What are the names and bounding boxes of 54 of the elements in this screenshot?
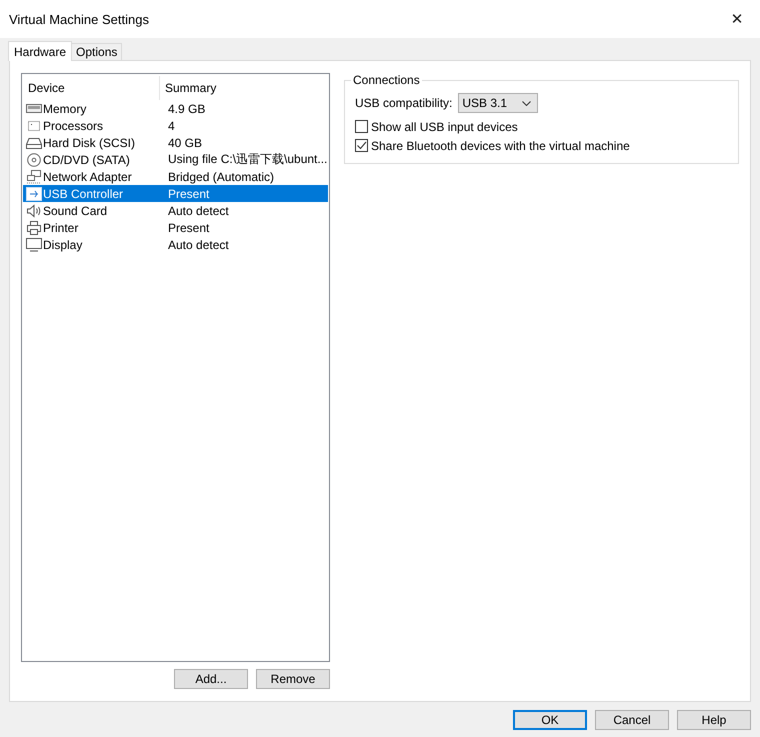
device-summary: Using file C:\迅雷下载\ubunt... [167,151,328,168]
memory-device-icon [26,102,42,116]
device-summary: 4 [167,118,176,134]
device-name: Display [43,238,82,252]
network-device-icon [26,170,42,184]
device-summary: Auto detect [167,202,230,219]
device-row[interactable]: Hard Disk (SCSI) 40 GB [23,134,328,151]
checkbox-label[interactable]: Show all USB input devices [371,120,518,134]
close-button[interactable]: ✕ [714,0,760,38]
list-button[interactable]: Remove [256,669,330,689]
checkbox-label[interactable]: Share Bluetooth devices with the virtual machine [371,138,630,152]
tab[interactable]: Options [71,43,122,60]
tab[interactable]: Hardware [8,41,72,61]
device-row[interactable]: Memory 4.9 GB [23,100,328,117]
device-name: Sound Card [43,204,108,218]
device-name: Memory [43,102,86,116]
device-row[interactable]: CD/DVD (SATA) Using file C:\迅雷下载\ubunt... [23,151,328,168]
device-name: Processors [43,118,104,132]
dialog-button[interactable]: Cancel [595,710,669,730]
device-name: Network Adapter [43,170,132,184]
chevron-down-icon [522,100,532,106]
usb-device-icon [26,186,42,200]
disk-device-icon [26,136,42,150]
device-summary: Present [167,220,210,236]
device-name: Printer [43,220,78,234]
device-summary: Bridged (Automatic) [167,168,276,185]
device-summary: Auto detect [167,236,230,253]
cd-device-icon [26,152,42,166]
device-summary: 4.9 GB [167,100,206,117]
device-summary: Present [167,186,210,202]
checkbox[interactable] [355,139,368,152]
device-row[interactable]: Processors 4 [23,117,328,134]
device-row[interactable]: USB Controller Present [23,185,328,202]
device-summary: 40 GB [167,134,204,151]
device-name: Hard Disk (SCSI) [43,136,136,150]
printer-device-icon [26,220,42,234]
device-row[interactable]: Printer Present [23,219,328,236]
dialog-button[interactable]: Help [677,710,751,730]
field-label: USB compatibility: [355,96,452,110]
window-title: Virtual Machine Settings [9,12,149,26]
display-device-icon [26,238,42,252]
column-header[interactable]: Device [23,76,160,100]
device-row[interactable]: Display Auto detect [23,236,328,253]
group-title: Connections [351,73,422,87]
device-name: USB Controller [43,186,124,200]
device-name: CD/DVD (SATA) [43,152,130,166]
dialog-button[interactable]: OK [513,710,587,730]
list-button[interactable]: Add... [174,669,248,689]
checkbox[interactable] [355,120,368,133]
usb-compatibility-dropdown[interactable]: USB 3.1 [458,93,538,113]
sound-device-icon [26,204,42,218]
device-row[interactable]: Network Adapter Bridged (Automatic) [23,168,328,185]
column-header[interactable]: Summary [160,76,328,100]
device-row[interactable]: Sound Card Auto detect [23,202,328,219]
